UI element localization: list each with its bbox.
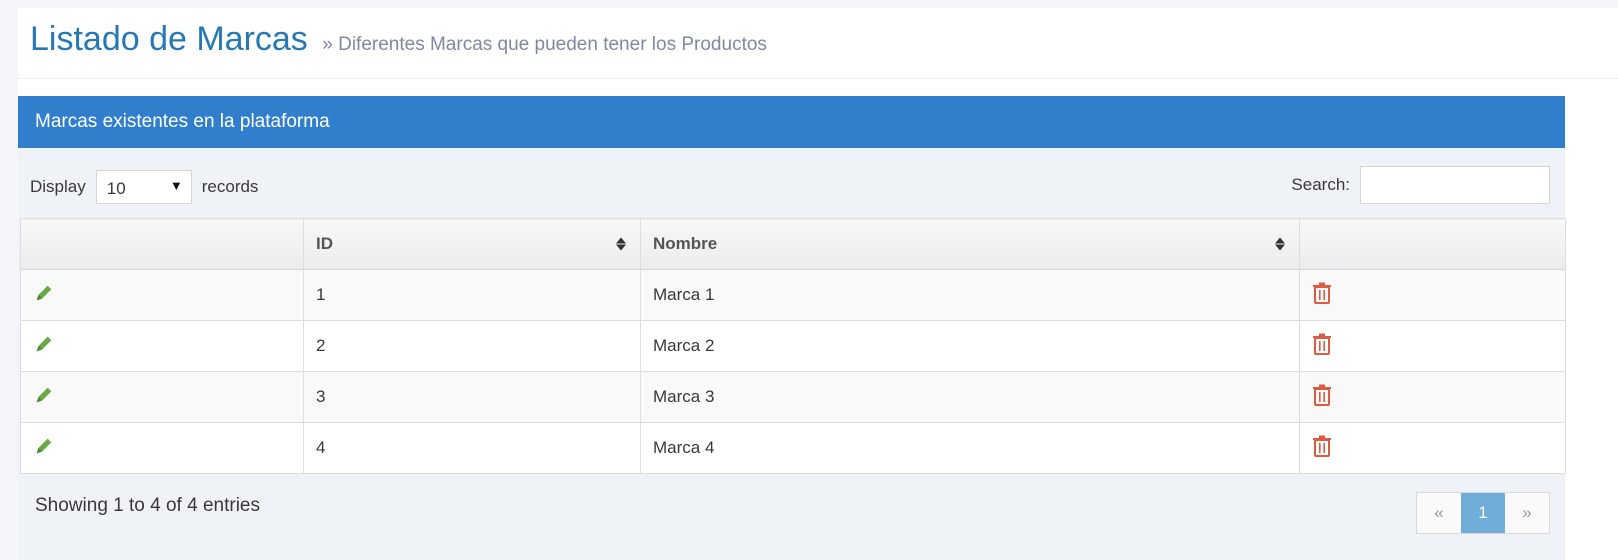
- records-length-control: Display 10 ▼ records: [30, 170, 258, 204]
- edit-cell: [20, 269, 304, 321]
- table-row: 4 Marca 4: [20, 422, 1566, 474]
- table-row: 1 Marca 1: [20, 269, 1566, 321]
- header-nombre-column[interactable]: Nombre: [640, 218, 1300, 270]
- delete-cell: [1299, 269, 1566, 321]
- records-per-page-select[interactable]: 10 ▼: [95, 170, 192, 204]
- pencil-icon[interactable]: [33, 435, 55, 457]
- header-edit-column: [20, 218, 304, 270]
- edit-cell: [20, 320, 304, 372]
- table-row: 2 Marca 2: [20, 320, 1566, 372]
- search-control: Search:: [1291, 166, 1550, 204]
- table-header-row: ID Nombre: [20, 218, 1566, 270]
- delete-cell: [1299, 422, 1566, 474]
- sort-icon: [1275, 237, 1285, 251]
- pagination-page-1-button[interactable]: 1: [1461, 493, 1505, 533]
- pagination: « 1 »: [1416, 492, 1550, 534]
- pagination-next-button[interactable]: »: [1505, 493, 1549, 533]
- records-label: records: [201, 177, 259, 196]
- brands-table: ID Nombre 1 Marca 1 2 Marca 2 3 Marca 3 …: [20, 218, 1566, 474]
- id-cell: 4: [303, 422, 641, 474]
- table-controls: Display 10 ▼ records Search:: [18, 148, 1565, 218]
- trash-icon[interactable]: [1312, 384, 1332, 406]
- page-subtitle: » Diferentes Marcas que pueden tener los…: [322, 34, 767, 55]
- header-id-column[interactable]: ID: [303, 218, 641, 270]
- edit-cell: [20, 422, 304, 474]
- header-delete-column: [1299, 218, 1566, 270]
- nombre-cell: Marca 2: [640, 320, 1300, 372]
- table-info: Showing 1 to 4 of 4 entries: [35, 495, 260, 516]
- page: Listado de Marcas » Diferentes Marcas qu…: [18, 8, 1618, 560]
- brands-panel: Marcas existentes en la plataforma Displ…: [18, 96, 1566, 560]
- page-header: Listado de Marcas » Diferentes Marcas qu…: [18, 8, 1618, 79]
- caret-down-icon: ▼: [169, 178, 183, 193]
- pencil-icon[interactable]: [33, 282, 55, 304]
- display-label: Display: [30, 177, 86, 196]
- delete-cell: [1299, 371, 1566, 423]
- table-row: 3 Marca 3: [20, 371, 1566, 423]
- pencil-icon[interactable]: [33, 333, 55, 355]
- pencil-icon[interactable]: [33, 384, 55, 406]
- panel-title: Marcas existentes en la plataforma: [18, 96, 1565, 148]
- id-cell: 2: [303, 320, 641, 372]
- nombre-cell: Marca 1: [640, 269, 1300, 321]
- delete-cell: [1299, 320, 1566, 372]
- nombre-cell: Marca 4: [640, 422, 1300, 474]
- header-nombre-label: Nombre: [653, 234, 718, 253]
- trash-icon[interactable]: [1312, 282, 1332, 304]
- edit-cell: [20, 371, 304, 423]
- trash-icon[interactable]: [1312, 435, 1332, 457]
- trash-icon[interactable]: [1312, 333, 1332, 355]
- id-cell: 3: [303, 371, 641, 423]
- search-label: Search:: [1291, 175, 1350, 194]
- pagination-prev-button[interactable]: «: [1417, 493, 1461, 533]
- header-id-label: ID: [316, 234, 333, 253]
- records-per-page-value: 10: [106, 179, 126, 198]
- page-title: Listado de Marcas: [30, 20, 308, 58]
- nombre-cell: Marca 3: [640, 371, 1300, 423]
- sort-icon: [616, 237, 626, 251]
- id-cell: 1: [303, 269, 641, 321]
- search-input[interactable]: [1360, 166, 1550, 204]
